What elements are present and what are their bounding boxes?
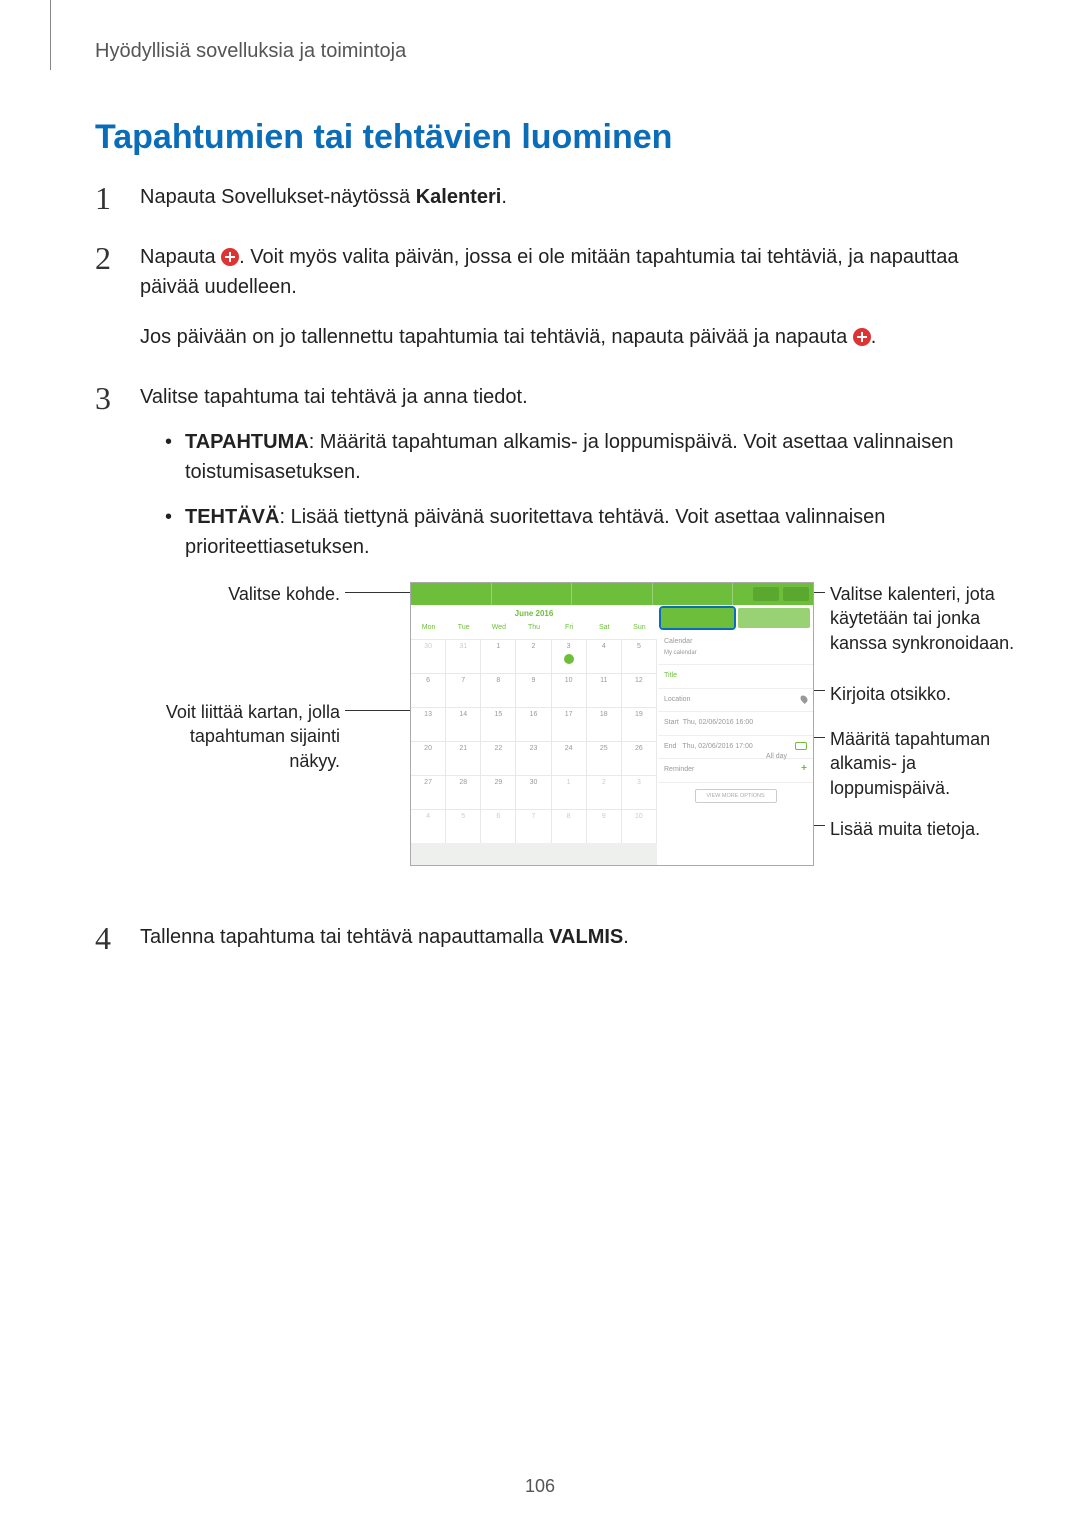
- step-number: 3: [95, 374, 111, 422]
- shot-calendar-row: Calendar My calendar: [658, 631, 813, 665]
- step-subtext: Jos päivään on jo tallennettu tapahtumia…: [140, 322, 990, 352]
- plus-icon: [221, 248, 239, 266]
- step-number: 2: [95, 234, 111, 282]
- shot-day-cell: 7: [516, 809, 551, 843]
- shot-day-cell: 10: [552, 673, 587, 707]
- shot-start-row: Start Thu, 02/06/2016 16:00: [658, 712, 813, 736]
- shot-day-cell: 31: [446, 639, 481, 673]
- shot-action-buttons: [753, 583, 809, 605]
- breadcrumb: Hyödyllisiä sovelluksia ja toimintoja: [95, 40, 990, 63]
- shot-tabs: [658, 605, 813, 631]
- bullet-task: TEHTÄVÄ: Lisää tiettynä päivänä suoritet…: [165, 502, 990, 562]
- shot-tab-event: [661, 608, 734, 628]
- shot-day-cell: 1: [552, 775, 587, 809]
- shot-day-cell: 19: [622, 707, 657, 741]
- step-number: 1: [95, 174, 111, 222]
- shot-day-cell: 9: [587, 809, 622, 843]
- bullet-event: TAPAHTUMA: Määritä tapahtuman alkamis- j…: [165, 427, 990, 487]
- shot-day-cell: 6: [411, 673, 446, 707]
- shot-tab-task: [738, 608, 811, 628]
- page-number: 106: [0, 1476, 1080, 1497]
- shot-day-cell: 6: [481, 809, 516, 843]
- shot-day-cell: 8: [481, 673, 516, 707]
- callout-select-target: Valitse kohde.: [140, 582, 340, 606]
- shot-day-cell: 18: [587, 707, 622, 741]
- callout-write-title: Kirjoita otsikko.: [830, 682, 1030, 706]
- shot-more-options: VIEW MORE OPTIONS: [695, 789, 777, 803]
- shot-day-cell: 21: [446, 741, 481, 775]
- step-text: Valitse tapahtuma tai tehtävä ja anna ti…: [140, 386, 528, 408]
- shot-day-cell: 14: [446, 707, 481, 741]
- shot-day-cell: 9: [516, 673, 551, 707]
- shot-month-label: June 2016: [411, 605, 657, 623]
- shot-day-cell: 13: [411, 707, 446, 741]
- shot-end-row: End Thu, 02/06/2016 17:00 All day: [658, 736, 813, 760]
- shot-day-cell: 4: [411, 809, 446, 843]
- shot-day-cell: 4: [587, 639, 622, 673]
- connector: [345, 710, 410, 711]
- shot-day-cell: 1: [481, 639, 516, 673]
- shot-day-cell: 30: [411, 639, 446, 673]
- shot-day-cell: 8: [552, 809, 587, 843]
- step-4: 4 Tallenna tapahtuma tai tehtävä napautt…: [95, 922, 990, 952]
- shot-day-cell: 23: [516, 741, 551, 775]
- step-1: 1 Napauta Sovellukset-näytössä Kalenteri…: [95, 182, 990, 212]
- shot-day-cell: 20: [411, 741, 446, 775]
- shot-done-button: [783, 587, 809, 601]
- shot-day-cell: 3: [622, 775, 657, 809]
- calendar-screenshot: June 2016 Mon Tue Wed Thu Fri Sat Sun 30…: [410, 582, 814, 866]
- shot-day-cell: 27: [411, 775, 446, 809]
- step-text: Napauta . Voit myös valita päivän, jossa…: [140, 246, 959, 298]
- shot-day-cell: 26: [622, 741, 657, 775]
- shot-day-grid: 3031123456789101112131415161718192021222…: [411, 639, 657, 843]
- shot-reminder-row: Reminder: [658, 759, 813, 783]
- shot-location-row: Location: [658, 689, 813, 713]
- step-2: 2 Napauta . Voit myös valita päivän, jos…: [95, 242, 990, 352]
- shot-day-cell: 12: [622, 673, 657, 707]
- page-title: Tapahtumien tai tehtävien luominen: [95, 118, 990, 157]
- callout-set-dates: Määritä tapahtuman alkamis- ja loppumisp…: [830, 727, 1030, 800]
- shot-day-cell: 11: [587, 673, 622, 707]
- shot-day-cell: 22: [481, 741, 516, 775]
- shot-cancel-button: [753, 587, 779, 601]
- shot-day-cell: 7: [446, 673, 481, 707]
- shot-title-row: Title: [658, 665, 813, 689]
- callout-more-info: Lisää muita tietoja.: [830, 817, 1030, 841]
- step-3: 3 Valitse tapahtuma tai tehtävä ja anna …: [95, 382, 990, 882]
- shot-day-cell: 3: [552, 639, 587, 673]
- shot-day-cell: 15: [481, 707, 516, 741]
- step-number: 4: [95, 914, 111, 962]
- shot-day-cell: 30: [516, 775, 551, 809]
- shot-detail-pane: Calendar My calendar Title Location Star…: [658, 605, 813, 865]
- shot-month-pane: June 2016 Mon Tue Wed Thu Fri Sat Sun 30…: [411, 605, 657, 865]
- shot-day-cell: 5: [446, 809, 481, 843]
- step-text: Tallenna tapahtuma tai tehtävä napauttam…: [140, 926, 629, 948]
- shot-dow-row: Mon Tue Wed Thu Fri Sat Sun: [411, 623, 657, 639]
- shot-day-cell: 5: [622, 639, 657, 673]
- callout-attach-map: Voit liittää kartan, jolla tapahtuman si…: [140, 700, 340, 773]
- callout-select-calendar: Valitse kalenteri, jota käytetään tai jo…: [830, 582, 1030, 655]
- shot-day-cell: 2: [587, 775, 622, 809]
- shot-day-cell: 25: [587, 741, 622, 775]
- figure: Valitse kohde. Voit liittää kartan, joll…: [140, 582, 990, 882]
- shot-day-cell: 28: [446, 775, 481, 809]
- step-text: Napauta Sovellukset-näytössä Kalenteri.: [140, 186, 507, 208]
- shot-day-cell: 24: [552, 741, 587, 775]
- shot-day-cell: 16: [516, 707, 551, 741]
- shot-day-cell: 10: [622, 809, 657, 843]
- shot-day-cell: 17: [552, 707, 587, 741]
- left-margin-rule: [50, 0, 51, 70]
- shot-day-cell: 29: [481, 775, 516, 809]
- shot-day-cell: 2: [516, 639, 551, 673]
- plus-icon: [853, 328, 871, 346]
